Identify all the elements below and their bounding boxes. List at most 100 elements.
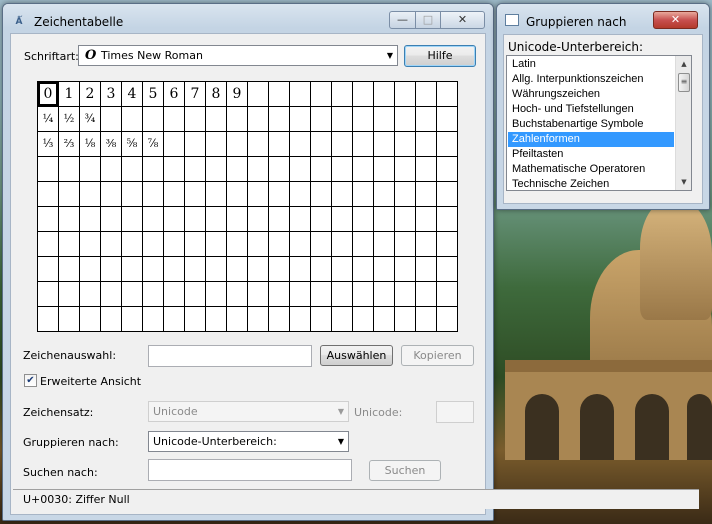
- empty-cell[interactable]: [374, 132, 395, 157]
- empty-cell[interactable]: [164, 257, 185, 282]
- empty-cell[interactable]: [332, 307, 353, 332]
- empty-cell[interactable]: [311, 132, 332, 157]
- character-cell[interactable]: 5: [143, 82, 164, 107]
- empty-cell[interactable]: [290, 132, 311, 157]
- empty-cell[interactable]: [416, 107, 437, 132]
- character-cell[interactable]: ⅜: [101, 132, 122, 157]
- empty-cell[interactable]: [269, 307, 290, 332]
- empty-cell[interactable]: [437, 132, 458, 157]
- empty-cell[interactable]: [332, 107, 353, 132]
- empty-cell[interactable]: [374, 107, 395, 132]
- empty-cell[interactable]: [248, 82, 269, 107]
- empty-cell[interactable]: [185, 207, 206, 232]
- advanced-view-checkbox[interactable]: ✔: [24, 374, 37, 387]
- empty-cell[interactable]: [122, 107, 143, 132]
- empty-cell[interactable]: [332, 157, 353, 182]
- empty-cell[interactable]: [143, 257, 164, 282]
- empty-cell[interactable]: [38, 282, 59, 307]
- empty-cell[interactable]: [248, 232, 269, 257]
- empty-cell[interactable]: [38, 157, 59, 182]
- group-by-dropdown[interactable]: Unicode-Unterbereich: ▼: [148, 431, 349, 452]
- empty-cell[interactable]: [437, 232, 458, 257]
- search-button[interactable]: Suchen: [369, 460, 441, 481]
- character-cell[interactable]: ⅝: [122, 132, 143, 157]
- character-cell[interactable]: 7: [185, 82, 206, 107]
- empty-cell[interactable]: [353, 307, 374, 332]
- empty-cell[interactable]: [38, 182, 59, 207]
- empty-cell[interactable]: [290, 82, 311, 107]
- empty-cell[interactable]: [80, 232, 101, 257]
- title-bar[interactable]: Ǻ Zeichentabelle — □ ✕: [3, 4, 493, 34]
- empty-cell[interactable]: [395, 207, 416, 232]
- empty-cell[interactable]: [38, 257, 59, 282]
- empty-cell[interactable]: [143, 282, 164, 307]
- empty-cell[interactable]: [80, 182, 101, 207]
- empty-cell[interactable]: [227, 182, 248, 207]
- subrange-list-item[interactable]: Pfeiltasten: [508, 147, 668, 162]
- empty-cell[interactable]: [437, 182, 458, 207]
- character-cell[interactable]: 0: [38, 82, 59, 107]
- empty-cell[interactable]: [353, 182, 374, 207]
- font-dropdown[interactable]: O Times New Roman ▼: [78, 45, 398, 66]
- character-cell[interactable]: 6: [164, 82, 185, 107]
- empty-cell[interactable]: [248, 282, 269, 307]
- subrange-list-item[interactable]: Hoch- und Tiefstellungen: [508, 102, 668, 117]
- empty-cell[interactable]: [311, 157, 332, 182]
- empty-cell[interactable]: [290, 182, 311, 207]
- empty-cell[interactable]: [101, 282, 122, 307]
- empty-cell[interactable]: [437, 82, 458, 107]
- empty-cell[interactable]: [185, 282, 206, 307]
- empty-cell[interactable]: [122, 182, 143, 207]
- empty-cell[interactable]: [59, 232, 80, 257]
- empty-cell[interactable]: [101, 257, 122, 282]
- empty-cell[interactable]: [269, 207, 290, 232]
- empty-cell[interactable]: [206, 232, 227, 257]
- empty-cell[interactable]: [374, 307, 395, 332]
- empty-cell[interactable]: [206, 307, 227, 332]
- empty-cell[interactable]: [311, 82, 332, 107]
- empty-cell[interactable]: [206, 182, 227, 207]
- empty-cell[interactable]: [122, 232, 143, 257]
- empty-cell[interactable]: [80, 282, 101, 307]
- empty-cell[interactable]: [374, 282, 395, 307]
- empty-cell[interactable]: [353, 232, 374, 257]
- empty-cell[interactable]: [164, 132, 185, 157]
- character-cell[interactable]: ⅛: [80, 132, 101, 157]
- empty-cell[interactable]: [395, 132, 416, 157]
- empty-cell[interactable]: [269, 82, 290, 107]
- empty-cell[interactable]: [227, 157, 248, 182]
- subrange-list-item[interactable]: Mathematische Operatoren: [508, 162, 668, 177]
- empty-cell[interactable]: [416, 307, 437, 332]
- character-cell[interactable]: 2: [80, 82, 101, 107]
- empty-cell[interactable]: [227, 307, 248, 332]
- empty-cell[interactable]: [206, 207, 227, 232]
- empty-cell[interactable]: [185, 157, 206, 182]
- empty-cell[interactable]: [101, 307, 122, 332]
- empty-cell[interactable]: [437, 282, 458, 307]
- empty-cell[interactable]: [290, 282, 311, 307]
- empty-cell[interactable]: [38, 232, 59, 257]
- empty-cell[interactable]: [437, 207, 458, 232]
- empty-cell[interactable]: [101, 107, 122, 132]
- empty-cell[interactable]: [290, 232, 311, 257]
- empty-cell[interactable]: [395, 257, 416, 282]
- empty-cell[interactable]: [59, 182, 80, 207]
- empty-cell[interactable]: [374, 157, 395, 182]
- empty-cell[interactable]: [206, 282, 227, 307]
- empty-cell[interactable]: [206, 157, 227, 182]
- scroll-thumb[interactable]: ≡: [678, 73, 690, 92]
- empty-cell[interactable]: [353, 282, 374, 307]
- empty-cell[interactable]: [374, 257, 395, 282]
- subrange-list-item[interactable]: Allg. Interpunktionszeichen: [508, 72, 668, 87]
- copy-button[interactable]: Kopieren: [401, 345, 474, 366]
- unicode-input[interactable]: [436, 401, 474, 423]
- empty-cell[interactable]: [248, 257, 269, 282]
- selection-input[interactable]: [148, 345, 312, 367]
- empty-cell[interactable]: [248, 107, 269, 132]
- empty-cell[interactable]: [185, 307, 206, 332]
- empty-cell[interactable]: [311, 257, 332, 282]
- empty-cell[interactable]: [185, 232, 206, 257]
- empty-cell[interactable]: [101, 207, 122, 232]
- character-cell[interactable]: ¾: [80, 107, 101, 132]
- scroll-up-icon[interactable]: ▲: [676, 56, 691, 72]
